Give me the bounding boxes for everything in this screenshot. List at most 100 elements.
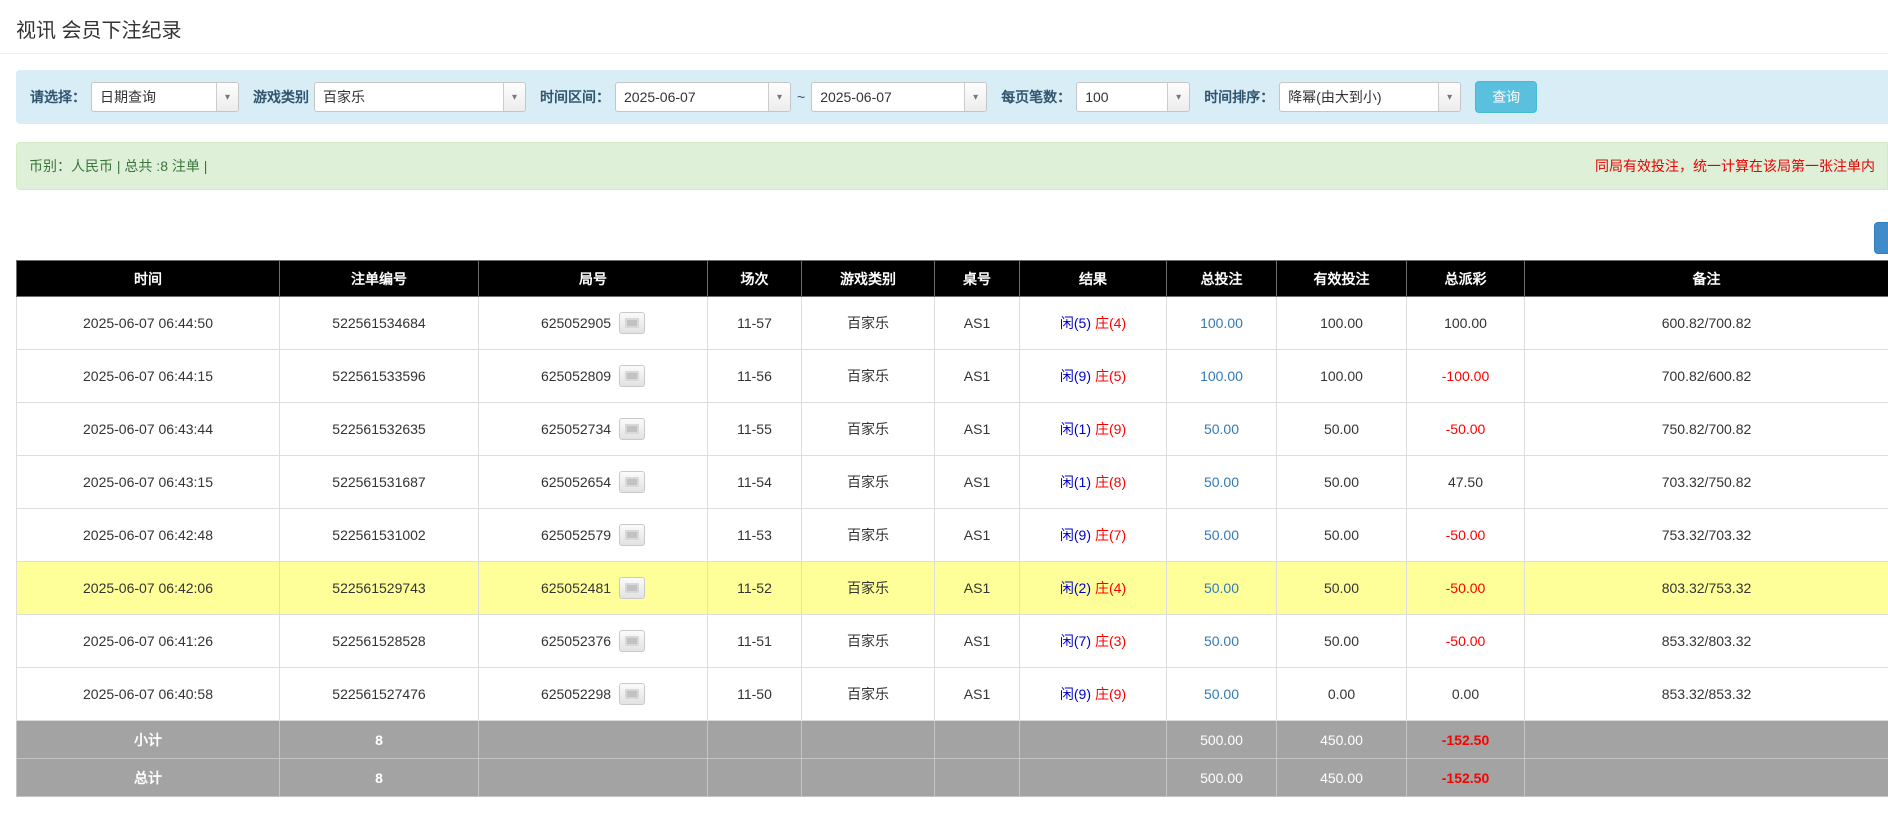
query-type-select[interactable]: 日期查询 ▾ [91,82,239,112]
total-bet-link[interactable]: 100.00 [1200,315,1243,331]
video-replay-icon[interactable] [619,471,645,493]
search-button[interactable]: 查询 [1475,81,1537,113]
cell-payout: -50.00 [1407,562,1525,615]
cell-table-code: AS1 [935,403,1020,456]
column-header: 有效投注 [1277,261,1407,297]
cell-time: 2025-06-07 06:43:44 [17,403,280,456]
result-banker: 庄(5) [1095,368,1126,384]
page-size-select[interactable]: 100 ▾ [1076,82,1190,112]
cell-game-type: 百家乐 [802,668,935,721]
page-action-button[interactable] [1874,222,1888,254]
valid-bet-notice: 同局有效投注，统一计算在该局第一张注单内 [1595,156,1875,176]
cell-session: 11-51 [708,615,802,668]
cell-round-id: 625052298 [479,668,708,721]
cell-valid-bet: 50.00 [1277,403,1407,456]
total-bet-link[interactable]: 50.00 [1204,580,1239,596]
cell-remark: 853.32/853.32 [1525,668,1888,721]
cell-session: 11-56 [708,350,802,403]
result-player: 闲(1) [1060,421,1091,437]
cell-table-code: AS1 [935,562,1020,615]
cell-bet-id: 522561527476 [280,668,479,721]
chevron-down-icon[interactable]: ▾ [1438,83,1460,111]
round-id-text: 625052654 [541,474,611,490]
summary-row: 总计8500.00450.00-152.50 [17,759,1888,797]
cell-time: 2025-06-07 06:42:06 [17,562,280,615]
summary-cell [935,759,1020,797]
cell-time: 2025-06-07 06:42:48 [17,509,280,562]
table-body: 2025-06-07 06:44:50 522561534684 6250529… [17,297,1888,721]
chevron-down-icon[interactable]: ▾ [964,83,986,111]
video-replay-icon[interactable] [619,630,645,652]
cell-round-id: 625052654 [479,456,708,509]
column-header: 备注 [1525,261,1888,297]
filter-bar: 请选择： 日期查询 ▾ 游戏类别 百家乐 ▾ 时间区间： 2025-06-07 … [16,70,1888,124]
total-bet-link[interactable]: 50.00 [1204,527,1239,543]
cell-result: 闲(9)庄(7) [1020,509,1167,562]
cell-round-id: 625052481 [479,562,708,615]
bet-records-table: 时间注单编号局号场次游戏类别桌号结果总投注有效投注总派彩备注 2025-06-0… [16,260,1888,797]
summary-cell [1020,759,1167,797]
cell-total-bet: 50.00 [1167,456,1277,509]
result-player: 闲(9) [1060,527,1091,543]
video-replay-icon[interactable] [619,418,645,440]
cell-total-bet: 50.00 [1167,509,1277,562]
query-type-value: 日期查询 [92,83,216,111]
game-type-value: 百家乐 [315,83,503,111]
cell-remark: 753.32/703.32 [1525,509,1888,562]
total-bet-link[interactable]: 100.00 [1200,368,1243,384]
column-header: 总派彩 [1407,261,1525,297]
video-replay-icon[interactable] [619,524,645,546]
cell-total-bet: 50.00 [1167,668,1277,721]
summary-cell [479,721,708,759]
date-from-picker[interactable]: 2025-06-07 ▾ [615,82,791,112]
table-row: 2025-06-07 06:42:48 522561531002 6250525… [17,509,1888,562]
total-bet-link[interactable]: 50.00 [1204,474,1239,490]
time-sort-select[interactable]: 降幂(由大到小) ▾ [1279,82,1461,112]
cell-table-code: AS1 [935,615,1020,668]
chevron-down-icon[interactable]: ▾ [503,83,525,111]
total-bet-link[interactable]: 50.00 [1204,421,1239,437]
result-banker: 庄(9) [1095,686,1126,702]
table-row: 2025-06-07 06:44:50 522561534684 6250529… [17,297,1888,350]
cell-result: 闲(1)庄(8) [1020,456,1167,509]
table-row: 2025-06-07 06:41:26 522561528528 6250523… [17,615,1888,668]
cell-bet-id: 522561534684 [280,297,479,350]
cell-session: 11-50 [708,668,802,721]
total-bet-link[interactable]: 50.00 [1204,633,1239,649]
table-row: 2025-06-07 06:44:15 522561533596 6250528… [17,350,1888,403]
chevron-down-icon[interactable]: ▾ [768,83,790,111]
cell-session: 11-57 [708,297,802,350]
cell-game-type: 百家乐 [802,350,935,403]
cell-game-type: 百家乐 [802,562,935,615]
cell-bet-id: 522561528528 [280,615,479,668]
game-type-select[interactable]: 百家乐 ▾ [314,82,526,112]
chevron-down-icon[interactable]: ▾ [1167,83,1189,111]
cell-round-id: 625052905 [479,297,708,350]
cell-round-id: 625052734 [479,403,708,456]
total-bet-link[interactable]: 50.00 [1204,686,1239,702]
date-to-picker[interactable]: 2025-06-07 ▾ [811,82,987,112]
column-header: 局号 [479,261,708,297]
cell-result: 闲(7)庄(3) [1020,615,1167,668]
cell-payout: -50.00 [1407,509,1525,562]
cell-valid-bet: 0.00 [1277,668,1407,721]
time-sort-label: 时间排序： [1204,87,1274,107]
cell-table-code: AS1 [935,668,1020,721]
result-player: 闲(1) [1060,474,1091,490]
cell-table-code: AS1 [935,509,1020,562]
cell-game-type: 百家乐 [802,509,935,562]
table-row: 2025-06-07 06:43:15 522561531687 6250526… [17,456,1888,509]
cell-valid-bet: 100.00 [1277,297,1407,350]
round-id-text: 625052734 [541,421,611,437]
video-replay-icon[interactable] [619,312,645,334]
cell-round-id: 625052376 [479,615,708,668]
video-replay-icon[interactable] [619,577,645,599]
result-banker: 庄(4) [1095,580,1126,596]
date-range-separator: ~ [797,89,805,105]
summary-cell: -152.50 [1407,721,1525,759]
summary-cell: 500.00 [1167,721,1277,759]
video-replay-icon[interactable] [619,365,645,387]
video-replay-icon[interactable] [619,683,645,705]
cell-remark: 700.82/600.82 [1525,350,1888,403]
chevron-down-icon[interactable]: ▾ [216,83,238,111]
